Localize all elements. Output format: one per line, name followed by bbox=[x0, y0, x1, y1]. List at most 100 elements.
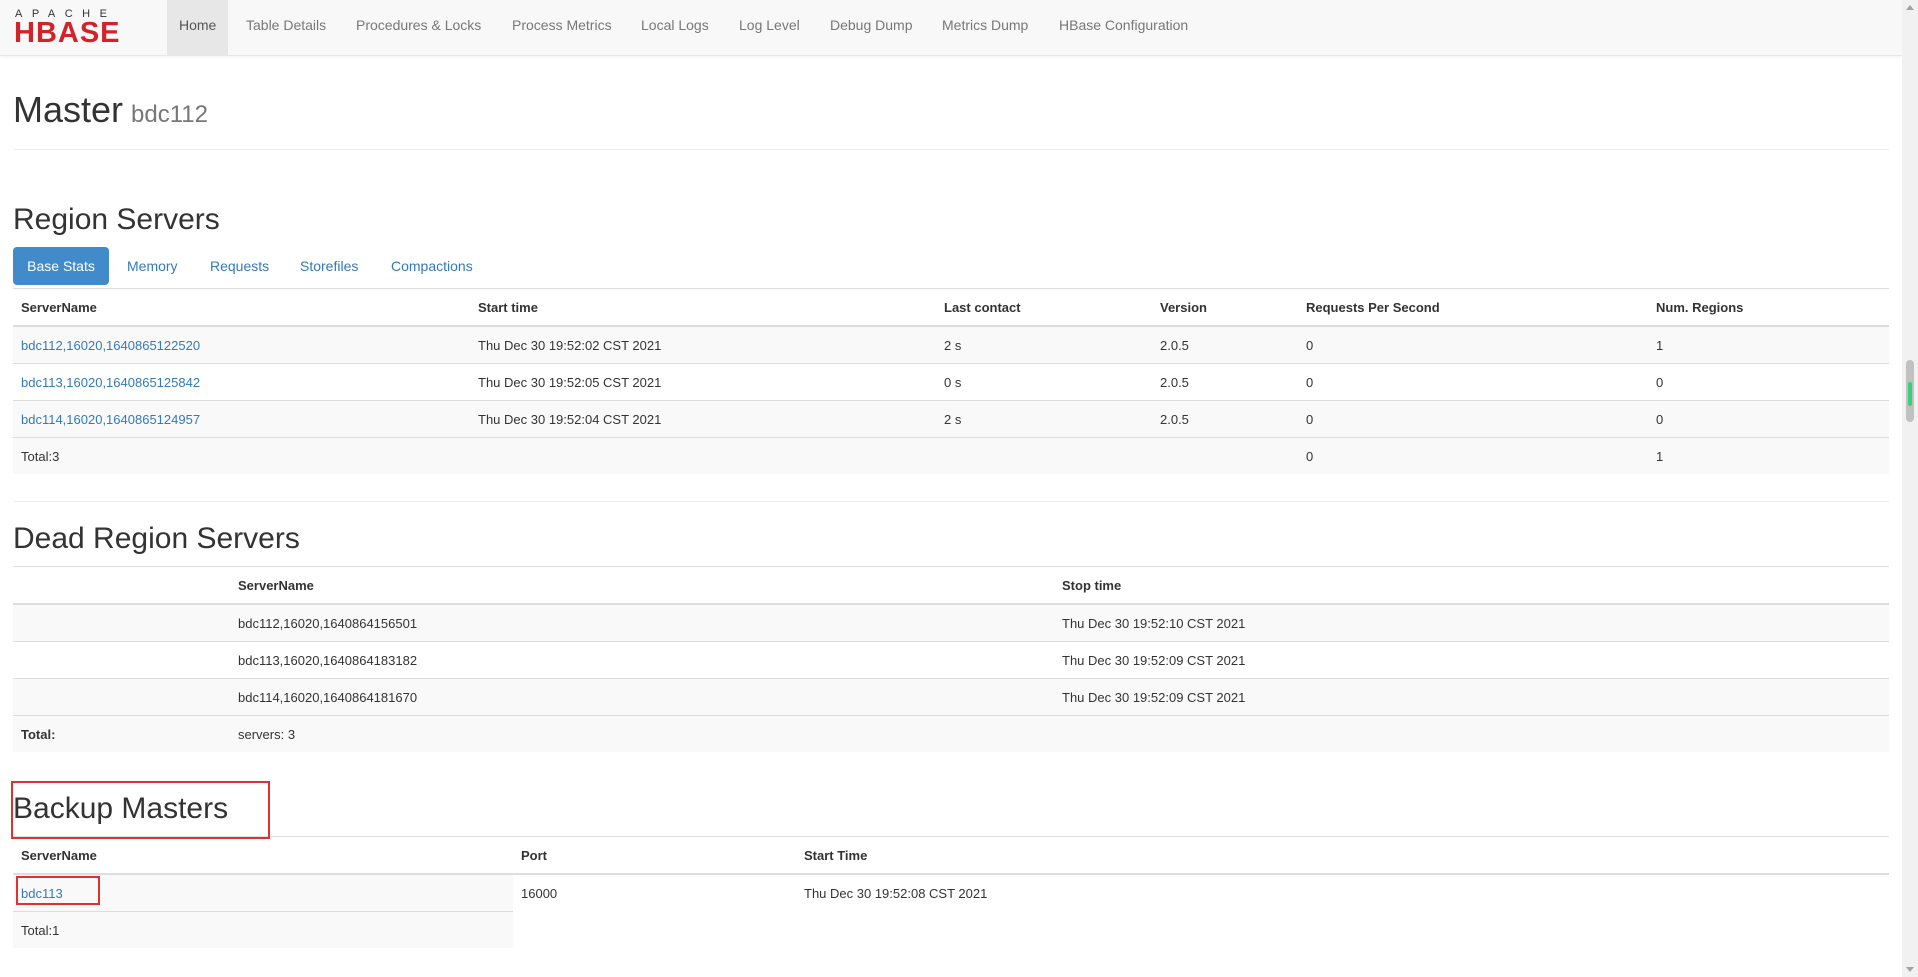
highlight-box-bdc113 bbox=[16, 876, 100, 905]
version-cell: 2.0.5 bbox=[1152, 400, 1298, 438]
table-row: bdc112,16020,1640865122520 Thu Dec 30 19… bbox=[13, 325, 1889, 364]
empty-cell bbox=[513, 912, 796, 949]
section-divider bbox=[13, 501, 1889, 502]
scroll-up-icon[interactable] bbox=[1906, 5, 1914, 10]
last-contact-cell: 2 s bbox=[936, 325, 1152, 364]
server-name-cell: bdc113,16020,1640864183182 bbox=[230, 641, 1054, 679]
top-navbar: APACHE HBASE Home Table Details Procedur… bbox=[0, 0, 1902, 56]
last-contact-cell: 0 s bbox=[936, 363, 1152, 401]
table-row: bdc113,16020,1640865125842 Thu Dec 30 19… bbox=[13, 363, 1889, 401]
table-header-row: ServerName Stop time bbox=[13, 566, 1889, 605]
column-header: ServerName bbox=[230, 566, 1054, 605]
nav-home[interactable]: Home bbox=[167, 0, 229, 55]
vertical-scrollbar[interactable] bbox=[1902, 0, 1918, 977]
table-row: bdc113 16000 Thu Dec 30 19:52:08 CST 202… bbox=[13, 873, 1889, 912]
empty-cell bbox=[13, 603, 230, 642]
table-header-row: ServerName Port Start Time bbox=[13, 836, 1889, 875]
table-row: bdc114,16020,1640865124957 Thu Dec 30 19… bbox=[13, 400, 1889, 438]
nav-local-logs[interactable]: Local Logs bbox=[629, 0, 721, 55]
column-header: Start time bbox=[470, 288, 936, 327]
page-title: Master bdc112 bbox=[13, 89, 208, 131]
server-name-cell: bdc114,16020,1640864181670 bbox=[230, 678, 1054, 716]
column-header: Stop time bbox=[1054, 566, 1889, 605]
empty-cell bbox=[796, 912, 1889, 949]
table-row: bdc114,16020,1640864181670 Thu Dec 30 19… bbox=[13, 678, 1889, 716]
empty-cell bbox=[1152, 437, 1298, 474]
port-cell: 16000 bbox=[513, 873, 796, 912]
regions-cell: 1 bbox=[1648, 325, 1889, 364]
version-cell: 2.0.5 bbox=[1152, 363, 1298, 401]
empty-cell bbox=[470, 437, 936, 474]
nav-table-details[interactable]: Table Details bbox=[234, 0, 338, 55]
version-cell: 2.0.5 bbox=[1152, 325, 1298, 364]
total-row: Total:3 0 1 bbox=[13, 437, 1889, 474]
tab-compactions[interactable]: Compactions bbox=[377, 247, 487, 285]
empty-cell bbox=[13, 678, 230, 716]
column-header: Port bbox=[513, 836, 796, 875]
nav-debug-dump[interactable]: Debug Dump bbox=[818, 0, 925, 55]
tab-memory[interactable]: Memory bbox=[113, 247, 192, 285]
column-header: ServerName bbox=[13, 288, 470, 327]
server-link[interactable]: bdc113,16020,1640865125842 bbox=[21, 375, 200, 390]
server-name-cell: bdc112,16020,1640865122520 bbox=[13, 325, 470, 364]
empty-cell bbox=[936, 437, 1152, 474]
highlight-box-backup-masters bbox=[11, 781, 270, 839]
header-divider bbox=[13, 149, 1889, 150]
scroll-down-icon[interactable] bbox=[1906, 967, 1914, 972]
total-value: servers: 3 bbox=[230, 715, 1054, 752]
stop-time-cell: Thu Dec 30 19:52:09 CST 2021 bbox=[1054, 678, 1889, 716]
total-row: Total:1 bbox=[13, 911, 1889, 949]
tab-base-stats[interactable]: Base Stats bbox=[13, 247, 109, 285]
backup-masters-table: ServerName Port Start Time bdc113 16000 … bbox=[13, 836, 1889, 948]
region-servers-title: Region Servers bbox=[13, 203, 220, 236]
nav-hbase-configuration[interactable]: HBase Configuration bbox=[1047, 0, 1200, 55]
server-name-cell: bdc114,16020,1640865124957 bbox=[13, 400, 470, 438]
scroll-thumb-highlight bbox=[1908, 382, 1912, 406]
server-link[interactable]: bdc112,16020,1640865122520 bbox=[21, 338, 200, 353]
page-title-text: Master bbox=[13, 89, 124, 130]
nav-process-metrics[interactable]: Process Metrics bbox=[500, 0, 624, 55]
start-time-cell: Thu Dec 30 19:52:02 CST 2021 bbox=[470, 325, 936, 364]
nav-log-level[interactable]: Log Level bbox=[727, 0, 812, 55]
stop-time-cell: Thu Dec 30 19:52:09 CST 2021 bbox=[1054, 641, 1889, 679]
table-row: bdc112,16020,1640864156501 Thu Dec 30 19… bbox=[13, 603, 1889, 642]
hbase-logo[interactable]: APACHE HBASE bbox=[14, 6, 150, 46]
tab-storefiles[interactable]: Storefiles bbox=[286, 247, 372, 285]
table-row: bdc113,16020,1640864183182 Thu Dec 30 19… bbox=[13, 641, 1889, 679]
column-header: Version bbox=[1152, 288, 1298, 327]
column-header: Last contact bbox=[936, 288, 1152, 327]
column-header: ServerName bbox=[13, 836, 513, 875]
logo-hbase-text: HBASE bbox=[14, 17, 121, 46]
total-label: Total: bbox=[13, 715, 230, 752]
table-header-row: ServerName Start time Last contact Versi… bbox=[13, 288, 1889, 327]
scroll-thumb[interactable] bbox=[1906, 360, 1914, 422]
column-header: Requests Per Second bbox=[1298, 288, 1648, 327]
empty-cell bbox=[1054, 715, 1889, 752]
start-time-cell: Thu Dec 30 19:52:04 CST 2021 bbox=[470, 400, 936, 438]
last-contact-cell: 2 s bbox=[936, 400, 1152, 438]
start-time-cell: Thu Dec 30 19:52:08 CST 2021 bbox=[796, 873, 1889, 912]
regions-cell: 0 bbox=[1648, 363, 1889, 401]
page-subtitle: bdc112 bbox=[131, 101, 208, 128]
server-link[interactable]: bdc114,16020,1640865124957 bbox=[21, 412, 200, 427]
total-label: Total:1 bbox=[13, 911, 513, 948]
column-header: Start Time bbox=[796, 836, 1889, 875]
server-name-cell: bdc112,16020,1640864156501 bbox=[230, 603, 1054, 642]
nav-procedures-locks[interactable]: Procedures & Locks bbox=[344, 0, 493, 55]
empty-cell bbox=[13, 641, 230, 679]
dead-region-servers-table: ServerName Stop time bdc112,16020,164086… bbox=[13, 566, 1889, 752]
rps-cell: 0 bbox=[1298, 363, 1648, 401]
total-label: Total:3 bbox=[13, 437, 470, 474]
stop-time-cell: Thu Dec 30 19:52:10 CST 2021 bbox=[1054, 603, 1889, 642]
nav-metrics-dump[interactable]: Metrics Dump bbox=[930, 0, 1040, 55]
region-servers-table: ServerName Start time Last contact Versi… bbox=[13, 288, 1889, 474]
rps-cell: 0 bbox=[1298, 325, 1648, 364]
tab-requests[interactable]: Requests bbox=[196, 247, 283, 285]
server-name-cell: bdc113,16020,1640865125842 bbox=[13, 363, 470, 401]
total-regions: 1 bbox=[1648, 437, 1889, 474]
regions-cell: 0 bbox=[1648, 400, 1889, 438]
start-time-cell: Thu Dec 30 19:52:05 CST 2021 bbox=[470, 363, 936, 401]
column-header bbox=[13, 566, 230, 605]
total-row: Total: servers: 3 bbox=[13, 715, 1889, 752]
total-rps: 0 bbox=[1298, 437, 1648, 474]
